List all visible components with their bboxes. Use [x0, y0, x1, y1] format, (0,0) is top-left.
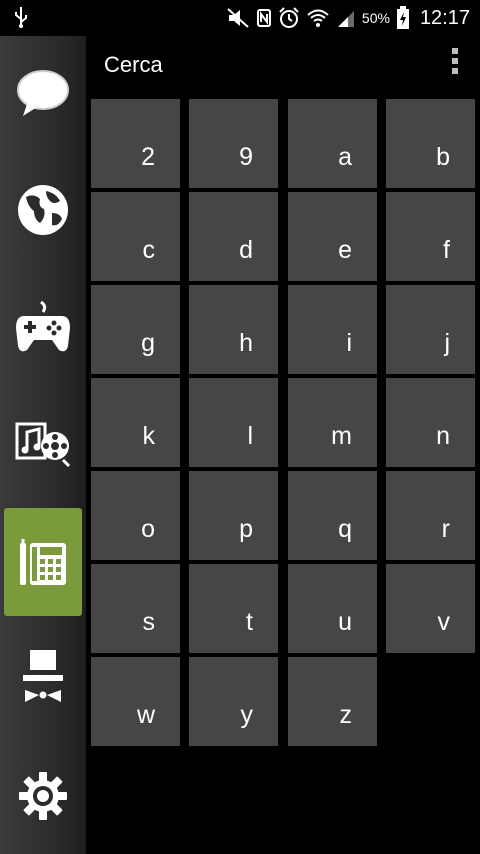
key-label: a [338, 143, 352, 171]
gamepad-icon [16, 300, 70, 352]
key-tile[interactable]: n [386, 378, 475, 467]
key-tile[interactable]: l [189, 378, 278, 467]
key-tile[interactable]: t [189, 564, 278, 653]
phone-contacts-icon [20, 539, 66, 585]
key-tile[interactable]: o [91, 471, 180, 560]
key-label: c [142, 236, 156, 264]
nfc-icon [256, 9, 271, 27]
alarm-icon [279, 7, 299, 28]
key-tile[interactable]: y [189, 657, 278, 746]
key-tile[interactable]: r [386, 471, 475, 560]
clock: 12:17 [419, 6, 470, 29]
usb-icon [15, 7, 27, 28]
page-title: Cerca [104, 52, 163, 77]
action-bar: Cerca [86, 36, 480, 96]
key-label: u [338, 608, 352, 636]
key-label: e [338, 236, 352, 264]
key-label: h [239, 329, 253, 357]
globe-icon [18, 185, 68, 235]
key-label: y [240, 701, 254, 729]
key-tile[interactable]: i [288, 285, 377, 374]
top-hat-icon [23, 650, 63, 702]
key-label: w [136, 701, 155, 729]
sidebar-item-messages[interactable] [0, 48, 86, 140]
key-tile[interactable]: z [288, 657, 377, 746]
key-tile[interactable]: d [189, 192, 278, 281]
key-label: i [346, 329, 352, 357]
sidebar-item-settings[interactable] [0, 750, 86, 842]
key-tile[interactable]: v [386, 564, 475, 653]
key-tile[interactable]: 2 [91, 99, 180, 188]
key-label: k [142, 422, 156, 450]
sidebar-item-web[interactable] [0, 164, 86, 256]
key-tile[interactable]: g [91, 285, 180, 374]
music-video-icon [15, 422, 71, 468]
key-tile[interactable]: a [288, 99, 377, 188]
key-tile[interactable]: 9 [189, 99, 278, 188]
key-tile[interactable]: b [386, 99, 475, 188]
key-label: f [443, 236, 450, 264]
key-label: 9 [239, 143, 253, 171]
mute-icon [227, 8, 249, 28]
sidebar-item-phone[interactable] [4, 508, 82, 616]
key-label: d [239, 236, 253, 264]
battery-percentage: 50% [361, 10, 390, 26]
key-tile[interactable]: j [386, 285, 475, 374]
key-label: j [444, 329, 450, 357]
key-label: z [339, 701, 353, 729]
key-label: 2 [141, 143, 155, 171]
key-tile[interactable]: m [288, 378, 377, 467]
key-label: s [142, 608, 156, 636]
chat-bubble-icon [17, 70, 69, 116]
key-label: g [141, 329, 155, 357]
key-label: v [437, 608, 451, 636]
overflow-menu-icon[interactable] [450, 48, 460, 82]
status-icons: 50% 12:17 [226, 0, 470, 36]
key-tile[interactable]: u [288, 564, 377, 653]
key-label: t [246, 608, 253, 636]
signal-icon [337, 11, 354, 27]
sidebar-item-incognito[interactable] [0, 630, 86, 722]
battery-charging-icon [396, 6, 409, 29]
key-tile[interactable]: h [189, 285, 278, 374]
wifi-icon [307, 9, 329, 27]
key-label: l [247, 422, 253, 450]
key-tile[interactable]: s [91, 564, 180, 653]
key-tile[interactable]: p [189, 471, 278, 560]
key-label: r [441, 515, 450, 543]
key-label: p [239, 515, 253, 543]
key-tile[interactable]: e [288, 192, 377, 281]
key-tile[interactable]: c [91, 192, 180, 281]
key-label: m [331, 422, 352, 450]
key-tile[interactable]: k [91, 378, 180, 467]
key-tile[interactable]: q [288, 471, 377, 560]
sidebar-item-media[interactable] [0, 398, 86, 490]
sidebar-item-games[interactable] [0, 282, 86, 374]
status-bar: 50% 12:17 [0, 0, 480, 36]
key-tile[interactable]: f [386, 192, 475, 281]
key-tile[interactable]: w [91, 657, 180, 746]
key-label: q [338, 515, 352, 543]
key-label: n [436, 422, 450, 450]
gear-icon [19, 772, 67, 820]
key-label: o [141, 515, 155, 543]
key-label: b [436, 143, 450, 171]
sidebar [0, 36, 86, 854]
